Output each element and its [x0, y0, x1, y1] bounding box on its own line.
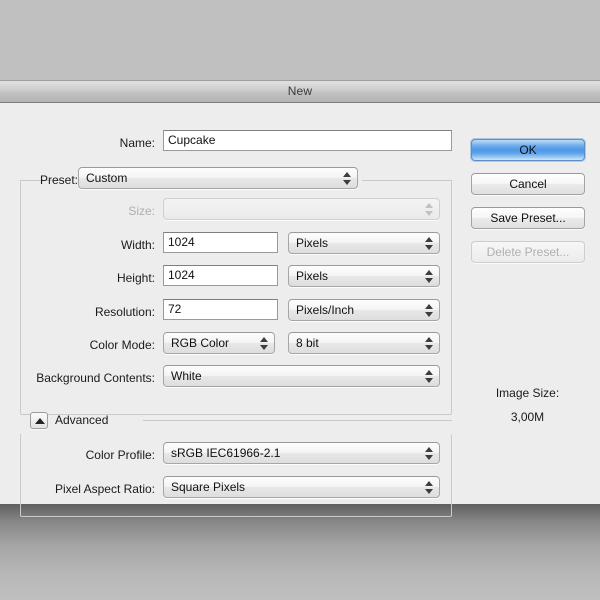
chevron-updown-icon — [425, 201, 434, 218]
background-contents-value: White — [171, 369, 202, 383]
preset-label: Preset: — [40, 173, 79, 187]
name-input[interactable]: Cupcake — [163, 130, 452, 151]
chevron-updown-icon — [425, 445, 434, 462]
color-mode-select[interactable]: RGB Color — [163, 332, 275, 354]
triangle-up-icon — [35, 418, 45, 424]
dialog-body: Name: Cupcake Preset: Custom Size: Width… — [0, 103, 600, 517]
color-mode-value: RGB Color — [171, 336, 230, 350]
color-profile-value: sRGB IEC61966-2.1 — [171, 446, 281, 460]
height-unit-value: Pixels — [296, 269, 329, 283]
size-label: Size: — [128, 204, 155, 218]
cancel-button[interactable]: Cancel — [471, 173, 585, 195]
background-contents-label: Background Contents: — [36, 371, 155, 385]
height-unit-select[interactable]: Pixels — [288, 265, 440, 287]
color-profile-label: Color Profile: — [85, 448, 155, 462]
pixel-aspect-ratio-label: Pixel Aspect Ratio: — [54, 482, 155, 496]
width-label: Width: — [120, 238, 155, 252]
height-input[interactable]: 1024 — [163, 265, 278, 286]
background-contents-select[interactable]: White — [163, 365, 440, 387]
save-preset-button[interactable]: Save Preset... — [471, 207, 585, 229]
height-label: Height: — [116, 271, 155, 285]
advanced-group-border-left — [20, 434, 21, 435]
pixel-aspect-ratio-select[interactable]: Square Pixels — [163, 476, 440, 498]
resolution-input[interactable]: 72 — [163, 299, 278, 320]
width-unit-select[interactable]: Pixels — [288, 232, 440, 254]
advanced-disclosure-triangle-icon[interactable] — [30, 412, 48, 429]
chevron-updown-icon — [425, 235, 434, 252]
preset-select-value: Custom — [86, 171, 128, 185]
image-size-label: Image Size: — [495, 386, 560, 400]
desktop-backdrop-lower — [0, 503, 600, 600]
color-mode-label: Color Mode: — [89, 338, 155, 352]
color-profile-select[interactable]: sRGB IEC61966-2.1 — [163, 442, 440, 464]
chevron-updown-icon — [425, 268, 434, 285]
chevron-updown-icon — [425, 368, 434, 385]
chevron-updown-icon — [425, 335, 434, 352]
chevron-updown-icon — [425, 479, 434, 496]
dialog-titlebar[interactable]: New — [0, 80, 600, 103]
dialog-title: New — [287, 84, 313, 98]
resolution-label: Resolution: — [94, 305, 155, 319]
resolution-unit-value: Pixels/Inch — [296, 303, 355, 317]
preset-group-border-right — [362, 180, 452, 181]
color-depth-select[interactable]: 8 bit — [288, 332, 440, 354]
chevron-updown-icon — [343, 170, 352, 187]
name-label: Name: — [119, 136, 155, 150]
advanced-separator-rule — [143, 420, 452, 421]
new-document-dialog: New Name: Cupcake Preset: Custom Size: W… — [0, 80, 600, 517]
width-unit-value: Pixels — [296, 236, 329, 250]
color-depth-value: 8 bit — [296, 336, 319, 350]
pixel-aspect-ratio-value: Square Pixels — [171, 480, 246, 494]
advanced-label: Advanced — [55, 413, 109, 427]
delete-preset-button: Delete Preset... — [471, 241, 585, 263]
resolution-unit-select[interactable]: Pixels/Inch — [288, 299, 440, 321]
size-select — [163, 198, 440, 220]
width-input[interactable]: 1024 — [163, 232, 278, 253]
ok-button[interactable]: OK — [471, 139, 585, 161]
chevron-updown-icon — [425, 302, 434, 319]
image-size-value: 3,00M — [510, 410, 545, 424]
preset-select[interactable]: Custom — [78, 167, 358, 189]
chevron-updown-icon — [260, 335, 269, 352]
